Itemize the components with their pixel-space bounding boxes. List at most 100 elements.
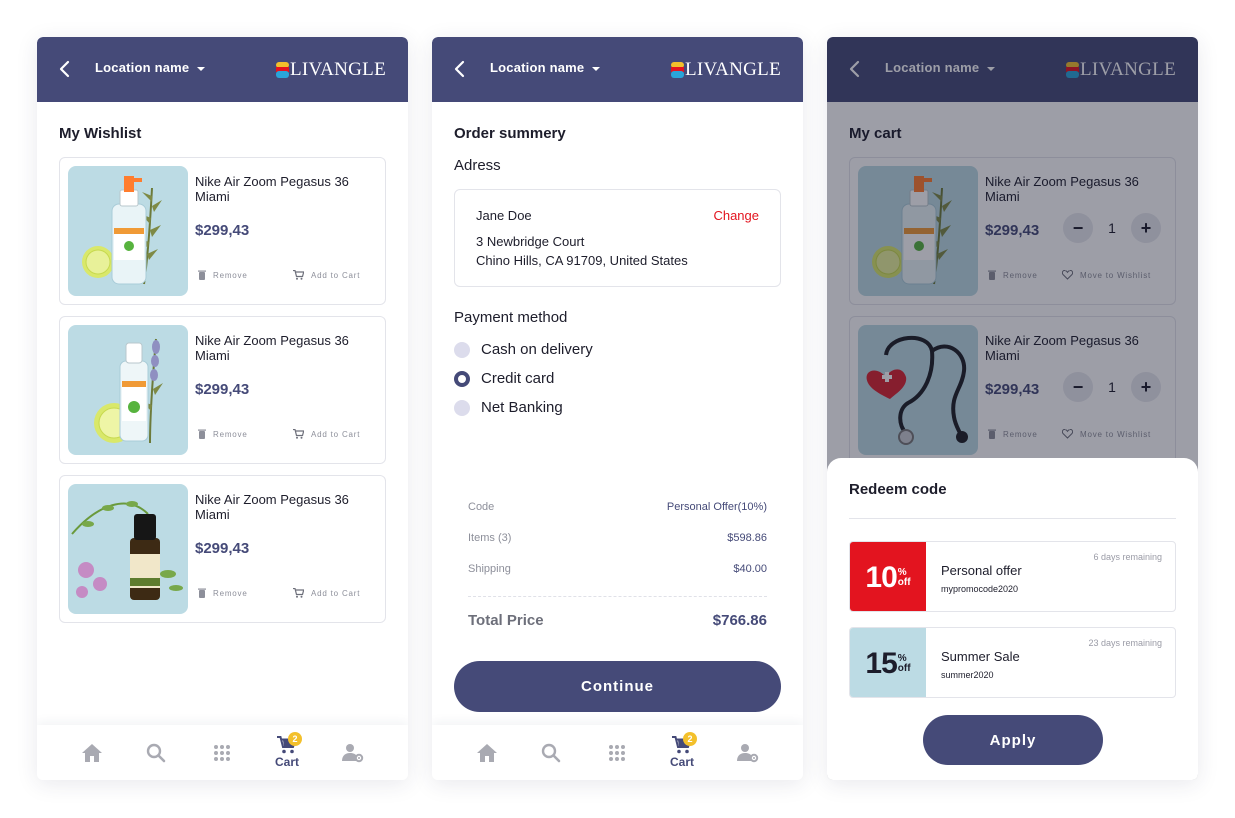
grid-icon — [609, 744, 625, 761]
brand-logo: LIVANGLE — [671, 59, 781, 81]
continue-button[interactable]: Continue — [454, 661, 781, 712]
redeem-code-sheet: Redeem code 10 % off Personal offer mypro… — [827, 458, 1198, 780]
summary-row-items: Items (3) $598.86 — [468, 532, 767, 544]
trash-icon — [198, 588, 206, 598]
promo-card-summer[interactable]: 15 % off Summer Sale summer2020 23 days r… — [849, 627, 1176, 698]
brand-logo: LIVANGLE — [276, 59, 386, 81]
product-price: $299,43 — [195, 381, 250, 398]
remove-label: Remove — [213, 429, 248, 439]
location-selector[interactable]: Location name — [490, 60, 601, 75]
payment-option-label: Net Banking — [481, 399, 563, 416]
nav-categories[interactable] — [597, 725, 637, 780]
remove-label: Remove — [213, 270, 248, 280]
total-row: Total Price $766.86 — [468, 612, 767, 629]
summary-row-shipping: Shipping $40.00 — [468, 563, 767, 575]
add-to-cart-button[interactable]: Add to Cart — [293, 270, 360, 280]
chevron-down-icon — [197, 66, 206, 71]
user-settings-icon — [737, 743, 759, 762]
radio-button-selected[interactable] — [454, 370, 470, 387]
nav-home[interactable] — [467, 725, 507, 780]
location-label: Location name — [95, 60, 190, 75]
payment-heading: Payment method — [454, 309, 568, 326]
payment-option-credit-card[interactable]: Credit card — [454, 370, 554, 387]
location-selector[interactable]: Location name — [95, 60, 206, 75]
payment-option-net-banking[interactable]: Net Banking — [454, 399, 563, 416]
nav-search[interactable] — [531, 725, 571, 780]
promo-discount-tag: 15 % off — [850, 628, 926, 697]
nav-home[interactable] — [72, 725, 112, 780]
user-settings-icon — [342, 743, 364, 762]
payment-option-cash[interactable]: Cash on delivery — [454, 341, 593, 358]
remove-button[interactable]: Remove — [198, 270, 248, 280]
add-to-cart-label: Add to Cart — [311, 429, 361, 439]
nav-account[interactable] — [333, 725, 373, 780]
nav-account[interactable] — [728, 725, 768, 780]
payment-option-label: Cash on delivery — [481, 341, 593, 358]
nav-categories[interactable] — [202, 725, 242, 780]
promo-code: summer2020 — [941, 670, 994, 680]
apply-button[interactable]: Apply — [923, 715, 1103, 765]
wishlist-item[interactable]: Nike Air Zoom Pegasus 36 Miami $299,43 R… — [59, 316, 386, 464]
promo-title: Personal offer — [941, 563, 1022, 578]
product-name: Nike Air Zoom Pegasus 36 Miami — [195, 492, 349, 522]
trash-icon — [198, 270, 206, 280]
back-arrow-icon[interactable] — [57, 59, 73, 79]
cart-icon — [293, 429, 304, 439]
remove-label: Remove — [213, 588, 248, 598]
product-name: Nike Air Zoom Pegasus 36 Miami — [195, 174, 349, 204]
promo-title: Summer Sale — [941, 649, 1020, 664]
remove-button[interactable]: Remove — [198, 588, 248, 598]
cart-icon — [293, 270, 304, 280]
nav-cart-label: Cart — [274, 755, 299, 769]
product-image — [68, 325, 188, 455]
promo-remaining: 23 days remaining — [1088, 638, 1162, 648]
summary-value: $40.00 — [733, 563, 767, 575]
radio-button[interactable] — [454, 341, 470, 358]
radio-button[interactable] — [454, 399, 470, 416]
grid-icon — [214, 744, 230, 761]
add-to-cart-button[interactable]: Add to Cart — [293, 429, 360, 439]
brand-name: LIVANGLE — [290, 59, 386, 80]
product-name: Nike Air Zoom Pegasus 36 Miami — [195, 333, 349, 363]
sheet-divider — [849, 518, 1176, 519]
page-title: Order summery — [454, 125, 566, 142]
logo-o-icon — [276, 62, 290, 78]
bottom-nav: 2 Cart — [432, 725, 803, 780]
change-address-link[interactable]: Change — [713, 208, 759, 223]
logo-o-icon — [671, 62, 685, 78]
page-title: My Wishlist — [59, 125, 142, 142]
promo-card-personal[interactable]: 10 % off Personal offer mypromocode2020 6… — [849, 541, 1176, 612]
cart-badge: 2 — [683, 732, 697, 746]
search-icon — [146, 743, 166, 762]
promo-code: mypromocode2020 — [941, 584, 1019, 594]
remove-button[interactable]: Remove — [198, 429, 248, 439]
total-label: Total Price — [468, 612, 544, 629]
product-price: $299,43 — [195, 540, 250, 557]
bottom-nav: 2 Cart — [37, 725, 408, 780]
promo-percent: % — [897, 652, 907, 664]
nav-cart[interactable]: 2 Cart — [267, 725, 307, 780]
promo-discount-tag: 10 % off — [850, 542, 926, 611]
payment-option-label: Credit card — [481, 370, 555, 387]
back-arrow-icon[interactable] — [452, 59, 468, 79]
add-to-cart-button[interactable]: Add to Cart — [293, 588, 360, 598]
nav-cart[interactable]: 2 Cart — [662, 725, 702, 780]
app-header: Location name LIVANGLE — [432, 37, 803, 102]
location-label: Location name — [490, 60, 585, 75]
product-image — [68, 166, 188, 296]
promo-off: off — [897, 576, 911, 588]
order-summary-screen: Location name LIVANGLE Order summery Adr… — [432, 37, 803, 780]
product-price: $299,43 — [195, 222, 250, 239]
promo-amount: 15 — [865, 646, 897, 680]
summary-value: Personal Offer(10%) — [666, 501, 767, 513]
address-name: Jane Doe — [476, 208, 532, 223]
promo-off: off — [897, 662, 911, 674]
nav-cart-label: Cart — [669, 755, 694, 769]
wishlist-item[interactable]: Nike Air Zoom Pegasus 36 Miami $299,43 R… — [59, 157, 386, 305]
summary-value: $598.86 — [727, 532, 767, 544]
summary-label: Code — [468, 501, 495, 513]
wishlist-item[interactable]: Nike Air Zoom Pegasus 36 Miami $299,43 R… — [59, 475, 386, 623]
summary-label: Shipping — [468, 563, 511, 575]
total-value: $766.86 — [712, 612, 767, 629]
nav-search[interactable] — [136, 725, 176, 780]
